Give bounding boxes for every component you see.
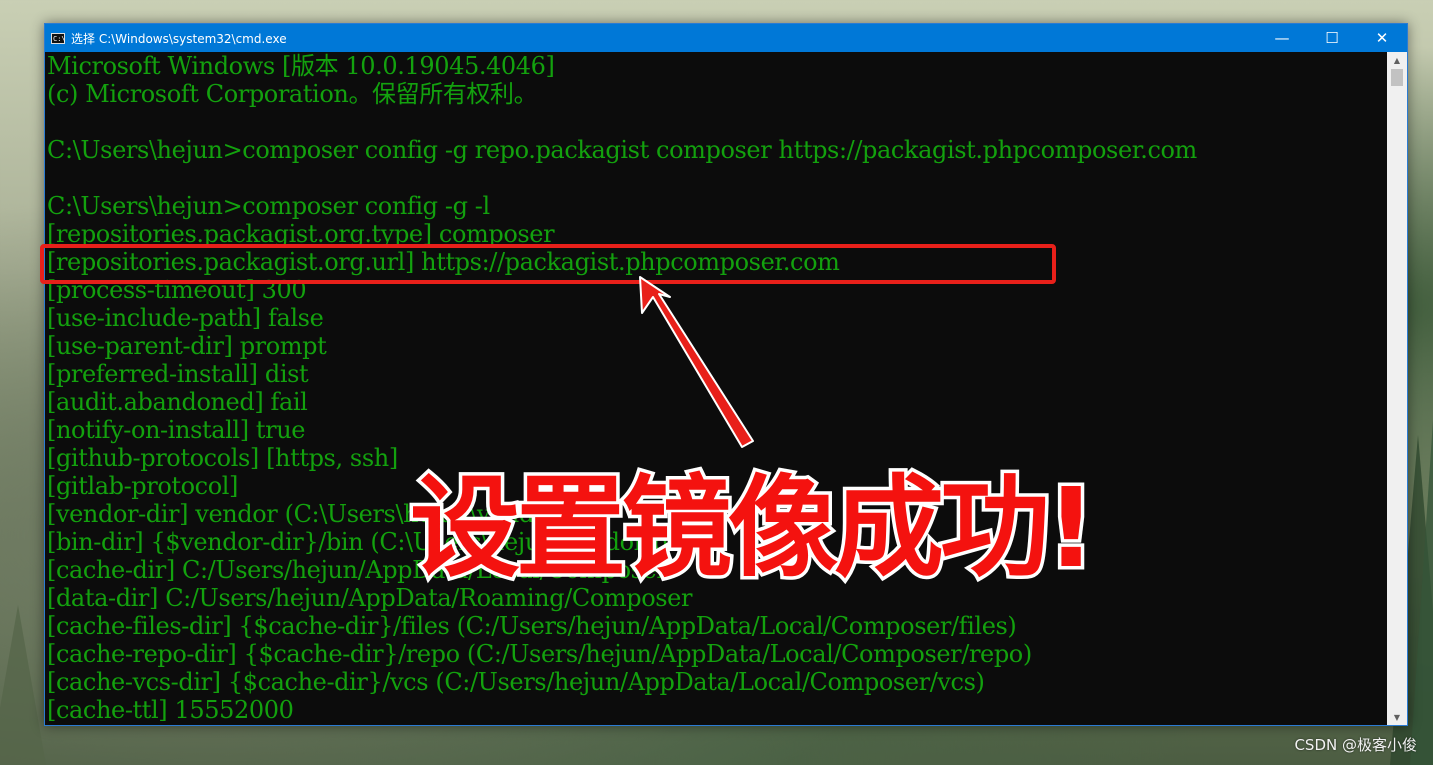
scroll-thumb[interactable] xyxy=(1391,69,1403,86)
cmd-window: C:\ 选择 C:\Windows\system32\cmd.exe — ☐ ✕… xyxy=(44,23,1408,726)
terminal-output[interactable]: Microsoft Windows [版本 10.0.19045.4046] (c… xyxy=(45,52,1387,725)
scroll-up-icon[interactable]: ▲ xyxy=(1387,52,1407,68)
terminal-line: C:\Users\hejun>composer config -g -l xyxy=(47,192,490,220)
scroll-down-icon[interactable]: ▼ xyxy=(1387,709,1407,725)
terminal-line: C:\Users\hejun>composer config -g repo.p… xyxy=(47,136,1197,164)
terminal-line: Microsoft Windows [版本 10.0.19045.4046] xyxy=(47,52,555,80)
terminal-line: (c) Microsoft Corporation。保留所有权利。 xyxy=(47,80,538,108)
terminal-line: [preferred-install] dist xyxy=(47,360,309,388)
vertical-scrollbar[interactable]: ▲ ▼ xyxy=(1387,52,1407,725)
terminal-line: [cache-files-dir] {$cache-dir}/files (C:… xyxy=(47,612,1017,640)
minimize-button[interactable]: — xyxy=(1257,24,1307,52)
terminal-line: [cache-ttl] 15552000 xyxy=(47,696,294,724)
terminal-line: [repositories.packagist.org.url] https:/… xyxy=(47,248,840,276)
annotation-caption: 设置镜像成功! xyxy=(406,461,1099,596)
watermark: CSDN @极客小俊 xyxy=(1294,736,1417,754)
window-title: 选择 C:\Windows\system32\cmd.exe xyxy=(71,31,287,46)
terminal-line: [cache-vcs-dir] {$cache-dir}/vcs (C:/Use… xyxy=(47,668,985,696)
terminal-line: [process-timeout] 300 xyxy=(47,276,307,304)
close-button[interactable]: ✕ xyxy=(1357,24,1407,52)
cmd-icon: C:\ xyxy=(51,32,66,44)
terminal-line: [audit.abandoned] fail xyxy=(47,388,308,416)
maximize-button[interactable]: ☐ xyxy=(1307,24,1357,52)
terminal-line: [cache-repo-dir] {$cache-dir}/repo (C:/U… xyxy=(47,640,1032,668)
terminal-line: [repositories.packagist.org.type] compos… xyxy=(47,220,555,248)
terminal-line: [use-include-path] false xyxy=(47,304,324,332)
title-bar[interactable]: C:\ 选择 C:\Windows\system32\cmd.exe — ☐ ✕ xyxy=(45,24,1407,52)
terminal-line: [use-parent-dir] prompt xyxy=(47,332,327,360)
